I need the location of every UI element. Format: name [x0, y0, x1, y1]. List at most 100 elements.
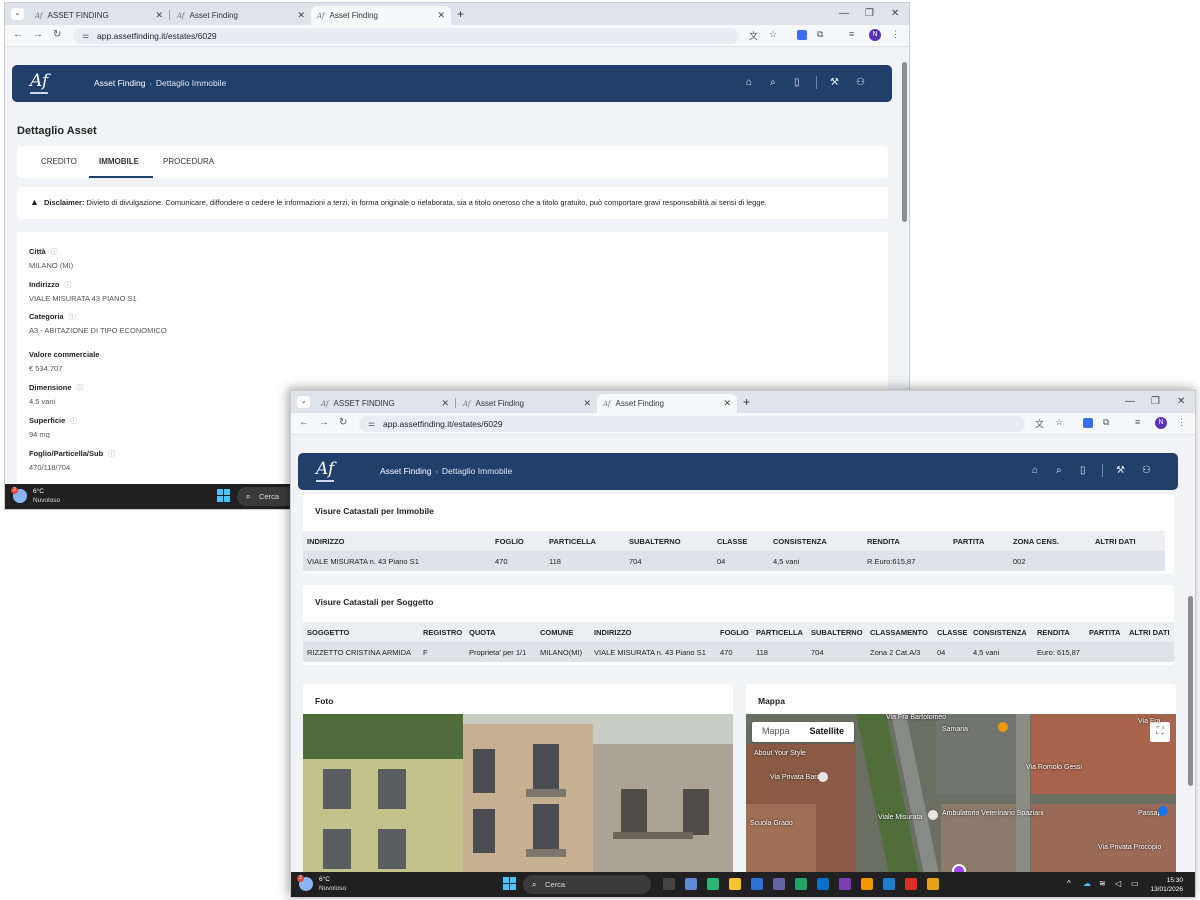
- col-header[interactable]: ALTRI DATI: [1129, 628, 1170, 637]
- home-icon[interactable]: ⌂: [1032, 465, 1038, 476]
- close-icon[interactable]: ✕: [437, 10, 445, 21]
- tab-credito[interactable]: CREDITO: [41, 157, 77, 166]
- restore-icon[interactable]: ❐: [1151, 396, 1160, 407]
- bookmark-icon[interactable]: ▯: [1080, 465, 1086, 476]
- reading-list-icon[interactable]: ≡: [849, 29, 854, 39]
- map-poi-icon[interactable]: [818, 772, 828, 782]
- col-header[interactable]: SUBALTERNO: [811, 628, 863, 637]
- col-header[interactable]: QUOTA: [469, 628, 496, 637]
- col-header[interactable]: RENDITA: [867, 537, 900, 546]
- col-header[interactable]: CLASSE: [717, 537, 747, 546]
- col-header[interactable]: PARTITA: [953, 537, 984, 546]
- col-header[interactable]: COMUNE: [540, 628, 573, 637]
- scrollbar[interactable]: [1186, 436, 1195, 872]
- col-header[interactable]: PARTITA: [1089, 628, 1120, 637]
- tab-search-dropdown[interactable]: ⌄: [297, 396, 310, 408]
- user-icon[interactable]: ⚇: [1142, 465, 1151, 476]
- extensions-puzzle-icon[interactable]: ⧉: [817, 29, 823, 40]
- back-icon[interactable]: ←: [299, 417, 309, 428]
- col-header[interactable]: REGISTRO: [423, 628, 462, 637]
- excel-icon[interactable]: [795, 878, 807, 890]
- table-row[interactable]: RIZZETTO CRISTINA ARMIDA F Proprieta' pe…: [303, 642, 1174, 662]
- onedrive-icon[interactable]: ☁: [1083, 879, 1091, 888]
- col-header[interactable]: SOGGETTO: [307, 628, 349, 637]
- chrome-profile-icon[interactable]: [927, 878, 939, 890]
- new-tab-icon[interactable]: +: [457, 7, 464, 21]
- col-header[interactable]: FOGLIO: [720, 628, 749, 637]
- breadcrumb-home[interactable]: Asset Finding: [94, 78, 146, 88]
- taskbar-search[interactable]: ⌕ Cerca: [523, 875, 651, 894]
- search-icon[interactable]: ⌕: [770, 77, 776, 88]
- minimize-icon[interactable]: —: [1125, 396, 1135, 407]
- map-poi-icon[interactable]: [998, 722, 1008, 732]
- close-icon[interactable]: ✕: [155, 10, 163, 21]
- menu-icon[interactable]: ⋮: [1177, 417, 1186, 428]
- close-window-icon[interactable]: ✕: [891, 8, 899, 19]
- battery-icon[interactable]: ▭: [1131, 879, 1139, 888]
- windows-start-icon[interactable]: [217, 489, 230, 502]
- tray-chevron-icon[interactable]: ^: [1067, 879, 1071, 888]
- close-icon[interactable]: ✕: [297, 10, 305, 21]
- col-header[interactable]: RENDITA: [1037, 628, 1070, 637]
- chrome-icon[interactable]: [861, 878, 873, 890]
- info-icon[interactable]: ⓘ: [69, 314, 76, 321]
- site-settings-icon[interactable]: ⚌: [82, 28, 89, 44]
- tab-immobile[interactable]: IMMOBILE: [99, 157, 139, 166]
- property-photo[interactable]: [303, 714, 733, 872]
- reading-list-icon[interactable]: ≡: [1135, 417, 1140, 427]
- col-header[interactable]: CLASSAMENTO: [870, 628, 928, 637]
- back-icon[interactable]: ←: [13, 29, 23, 40]
- map-poi-icon[interactable]: [928, 810, 938, 820]
- profile-avatar[interactable]: N: [869, 29, 881, 41]
- col-header[interactable]: ZONA CENS.: [1013, 537, 1059, 546]
- profile-avatar[interactable]: N: [1155, 417, 1167, 429]
- col-header[interactable]: SUBALTERNO: [629, 537, 681, 546]
- outlook-icon[interactable]: [883, 878, 895, 890]
- search-icon[interactable]: ⌕: [1056, 465, 1062, 476]
- menu-icon[interactable]: ⋮: [891, 29, 900, 40]
- acrobat-icon[interactable]: [905, 878, 917, 890]
- browser-tab[interactable]: Af Asset Finding ✕: [457, 394, 597, 413]
- p-app-icon[interactable]: [839, 878, 851, 890]
- volume-icon[interactable]: ◁: [1115, 879, 1121, 888]
- forward-icon[interactable]: →: [319, 417, 329, 428]
- info-icon[interactable]: ⓘ: [70, 418, 77, 425]
- col-header[interactable]: CLASSE: [937, 628, 967, 637]
- map-type-satellite[interactable]: Satellite: [800, 722, 855, 742]
- map-location-pin-icon[interactable]: [952, 864, 966, 872]
- extensions-puzzle-icon[interactable]: ⧉: [1103, 417, 1109, 428]
- wifi-icon[interactable]: ≋: [1099, 879, 1106, 888]
- browser-tab-active[interactable]: Af Asset Finding ✕: [311, 6, 451, 25]
- system-clock[interactable]: 15:30 13/01/2026: [1150, 876, 1183, 894]
- scrollbar-thumb[interactable]: [902, 62, 907, 222]
- browser-tab-active[interactable]: Af Asset Finding ✕: [597, 394, 737, 413]
- url-field[interactable]: ⚌ app.assetfinding.it/estates/6029: [73, 28, 739, 44]
- extension-icon[interactable]: [797, 30, 807, 40]
- translate-icon[interactable]: 文: [1035, 417, 1044, 430]
- col-header[interactable]: CONSISTENZA: [973, 628, 1027, 637]
- map-poi-icon[interactable]: [1158, 806, 1168, 816]
- site-settings-icon[interactable]: ⚌: [368, 416, 375, 432]
- widgets-icon[interactable]: [685, 878, 697, 890]
- breadcrumb-home[interactable]: Asset Finding: [380, 466, 432, 476]
- browser-tab[interactable]: Af ASSET FINDING ✕: [315, 394, 455, 413]
- url-field[interactable]: ⚌ app.assetfinding.it/estates/6029: [359, 416, 1025, 432]
- translate-icon[interactable]: 文: [749, 29, 758, 42]
- windows-start-icon[interactable]: [503, 877, 516, 890]
- home-icon[interactable]: ⌂: [746, 77, 752, 88]
- col-header[interactable]: PARTICELLA: [549, 537, 596, 546]
- col-header[interactable]: CONSISTENZA: [773, 537, 827, 546]
- info-icon[interactable]: ⓘ: [108, 451, 115, 458]
- close-icon[interactable]: ✕: [441, 398, 449, 409]
- extension-icon[interactable]: [1083, 418, 1093, 428]
- task-view-icon[interactable]: [663, 878, 675, 890]
- info-icon[interactable]: ⓘ: [64, 282, 71, 289]
- whatsapp-icon[interactable]: [707, 878, 719, 890]
- user-icon[interactable]: ⚇: [856, 77, 865, 88]
- browser-tab[interactable]: Af ASSET FINDING ✕: [29, 6, 169, 25]
- close-icon[interactable]: ✕: [723, 398, 731, 409]
- col-header[interactable]: FOGLIO: [495, 537, 524, 546]
- table-row[interactable]: VIALE MISURATA n. 43 Piano S1 470 118 70…: [303, 551, 1165, 571]
- col-header[interactable]: PARTICELLA: [756, 628, 803, 637]
- satellite-map[interactable]: Mappa Satellite ⛶ Via Fra Bartolomeo Via…: [746, 714, 1176, 872]
